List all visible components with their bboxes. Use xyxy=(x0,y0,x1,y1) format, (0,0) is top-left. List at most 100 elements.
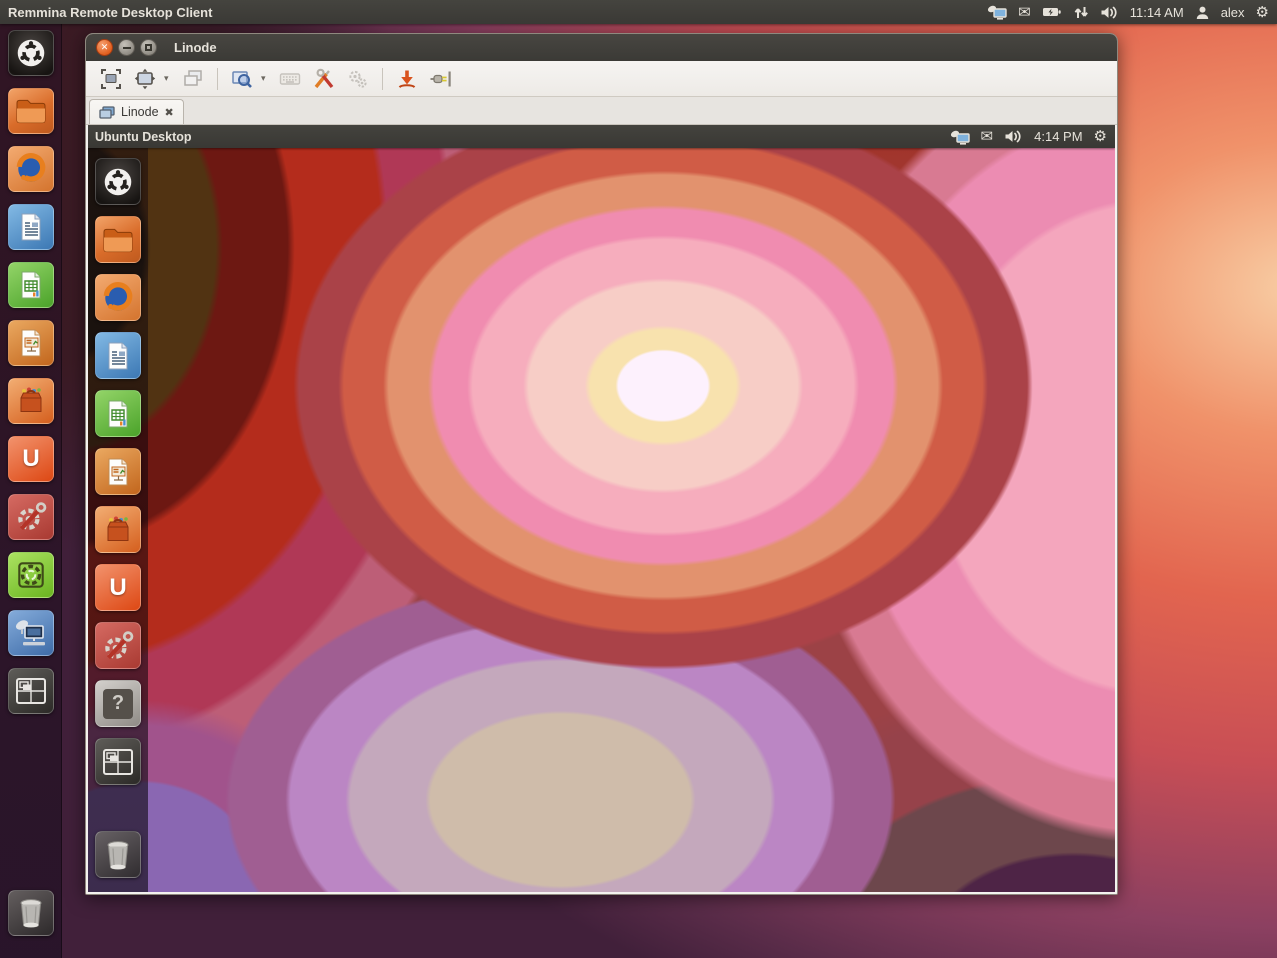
folder-icon xyxy=(101,225,135,255)
tab-close-icon[interactable] xyxy=(165,106,174,119)
gears-icon xyxy=(347,68,369,90)
switch-tab-pages-button[interactable] xyxy=(178,65,208,93)
workspace-grid-icon xyxy=(14,676,48,706)
software-center-bag-icon xyxy=(102,514,134,546)
connection-tab-linode[interactable]: Linode xyxy=(89,99,184,124)
preferences-button[interactable] xyxy=(343,65,373,93)
remote-launcher-item-dash-home[interactable] xyxy=(95,158,141,205)
settings-gear-wrench-icon xyxy=(14,500,48,534)
remmina-icon xyxy=(13,616,49,650)
software-center-bag-icon xyxy=(15,385,47,417)
tools-button[interactable] xyxy=(309,65,339,93)
remote-top-panel: Ubuntu Desktop 4:14 PM xyxy=(88,125,1115,148)
ubuntu-logo-icon xyxy=(14,36,48,70)
remote-clock[interactable]: 4:14 PM xyxy=(1034,129,1082,144)
minimize-window-button[interactable] xyxy=(392,65,422,93)
remote-launcher: U ? xyxy=(88,148,148,892)
zoom-options-caret[interactable] xyxy=(261,73,271,84)
remote-desktop-title: Ubuntu Desktop xyxy=(95,130,192,144)
user-icon[interactable] xyxy=(1195,5,1210,20)
window-maximize-button[interactable] xyxy=(140,39,157,56)
unplug-icon xyxy=(429,68,453,90)
remote-tray: 4:14 PM xyxy=(950,129,1107,145)
scaled-mode-options-caret[interactable] xyxy=(164,73,174,84)
scaled-mode-icon xyxy=(134,68,156,90)
remote-launcher-item-firefox[interactable] xyxy=(95,274,141,321)
remote-viewport: Ubuntu Desktop 4:14 PM xyxy=(86,125,1117,894)
ubuntu-logo-icon xyxy=(101,165,135,199)
host-top-panel: Remmina Remote Desktop Client 11:14 AM a… xyxy=(0,0,1277,24)
remmina-toolbar xyxy=(86,61,1117,97)
launcher-item-libreoffice-calc[interactable] xyxy=(8,262,54,308)
ubuntu-one-letter: U xyxy=(109,574,126,602)
host-clock[interactable]: 11:14 AM xyxy=(1130,5,1184,20)
launcher-item-firefox[interactable] xyxy=(8,146,54,192)
volume-icon[interactable] xyxy=(1100,5,1119,20)
toolbar-separator xyxy=(217,68,218,90)
writer-document-icon xyxy=(102,340,134,372)
window-title: Linode xyxy=(174,40,217,55)
remote-launcher-item-ubuntu-software-center[interactable] xyxy=(95,506,141,553)
app-title: Remmina Remote Desktop Client xyxy=(8,5,212,20)
remmina-titlebar: Linode xyxy=(86,34,1117,61)
launcher-item-dash-home[interactable] xyxy=(8,30,54,76)
launcher-item-system-settings[interactable] xyxy=(8,494,54,540)
remote-launcher-item-ubuntu-one[interactable]: U xyxy=(95,564,141,611)
tab-pages-icon xyxy=(182,68,204,90)
launcher-item-trash[interactable] xyxy=(8,890,54,936)
keyboard-icon xyxy=(279,68,301,90)
session-gear-icon[interactable] xyxy=(1256,5,1269,20)
writer-document-icon xyxy=(15,211,47,243)
impress-document-icon xyxy=(15,327,47,359)
session-gear-icon[interactable] xyxy=(1094,129,1107,144)
grab-keyboard-button[interactable] xyxy=(275,65,305,93)
window-minimize-button[interactable] xyxy=(118,39,135,56)
tab-label: Linode xyxy=(121,105,159,119)
remmina-tabbar: Linode xyxy=(86,97,1117,125)
disconnect-button[interactable] xyxy=(426,65,456,93)
remote-launcher-item-libreoffice-impress[interactable] xyxy=(95,448,141,495)
calc-document-icon xyxy=(15,269,47,301)
launcher-item-ubuntu-software-center[interactable] xyxy=(8,378,54,424)
remote-launcher-item-home-folder[interactable] xyxy=(95,216,141,263)
firefox-icon xyxy=(101,281,135,315)
battery-icon[interactable] xyxy=(1042,5,1062,19)
launcher-item-libreoffice-impress[interactable] xyxy=(8,320,54,366)
zoom-window-button[interactable] xyxy=(227,65,257,93)
fullscreen-icon xyxy=(100,68,122,90)
network-traffic-icon[interactable] xyxy=(1073,5,1089,20)
trash-can-icon xyxy=(15,896,47,930)
remote-launcher-item-libreoffice-calc[interactable] xyxy=(95,390,141,437)
remote-desktop-indicator-icon[interactable] xyxy=(987,4,1007,20)
green-ubuntu-gear-icon xyxy=(14,558,48,592)
username[interactable]: alex xyxy=(1221,5,1245,20)
ubuntu-one-letter: U xyxy=(22,445,39,473)
launcher-item-ubuntu-software[interactable] xyxy=(8,552,54,598)
window-close-button[interactable] xyxy=(96,39,113,56)
launcher-item-workspace-switcher[interactable] xyxy=(8,668,54,714)
launcher-item-libreoffice-writer[interactable] xyxy=(8,204,54,250)
host-desktop-wallpaper: Remmina Remote Desktop Client 11:14 AM a… xyxy=(0,0,1277,958)
toggle-scaled-mode-button[interactable] xyxy=(130,65,160,93)
toolbar-separator xyxy=(382,68,383,90)
toggle-fullscreen-button[interactable] xyxy=(96,65,126,93)
remote-launcher-item-unknown-window[interactable]: ? xyxy=(95,680,141,727)
remote-launcher-item-workspace-switcher[interactable] xyxy=(95,738,141,785)
volume-icon[interactable] xyxy=(1004,129,1023,144)
remote-launcher-item-trash[interactable] xyxy=(95,831,141,878)
launcher-item-home-folder[interactable] xyxy=(8,88,54,134)
remote-desktop-indicator-icon[interactable] xyxy=(950,129,970,145)
mail-icon[interactable] xyxy=(981,129,994,144)
firefox-icon xyxy=(14,152,48,186)
remote-launcher-item-libreoffice-writer[interactable] xyxy=(95,332,141,379)
launcher-item-ubuntu-one[interactable]: U xyxy=(8,436,54,482)
remote-desktop-canvas[interactable]: Ubuntu Desktop 4:14 PM xyxy=(88,125,1115,892)
impress-document-icon xyxy=(102,456,134,488)
mail-icon[interactable] xyxy=(1018,5,1031,20)
settings-gear-wrench-icon xyxy=(101,629,135,663)
launcher-item-remmina[interactable] xyxy=(8,610,54,656)
zoom-window-icon xyxy=(231,68,253,90)
remote-launcher-item-system-settings[interactable] xyxy=(95,622,141,669)
orange-down-arrow-icon xyxy=(396,68,418,90)
tab-monitor-icon xyxy=(99,106,115,119)
